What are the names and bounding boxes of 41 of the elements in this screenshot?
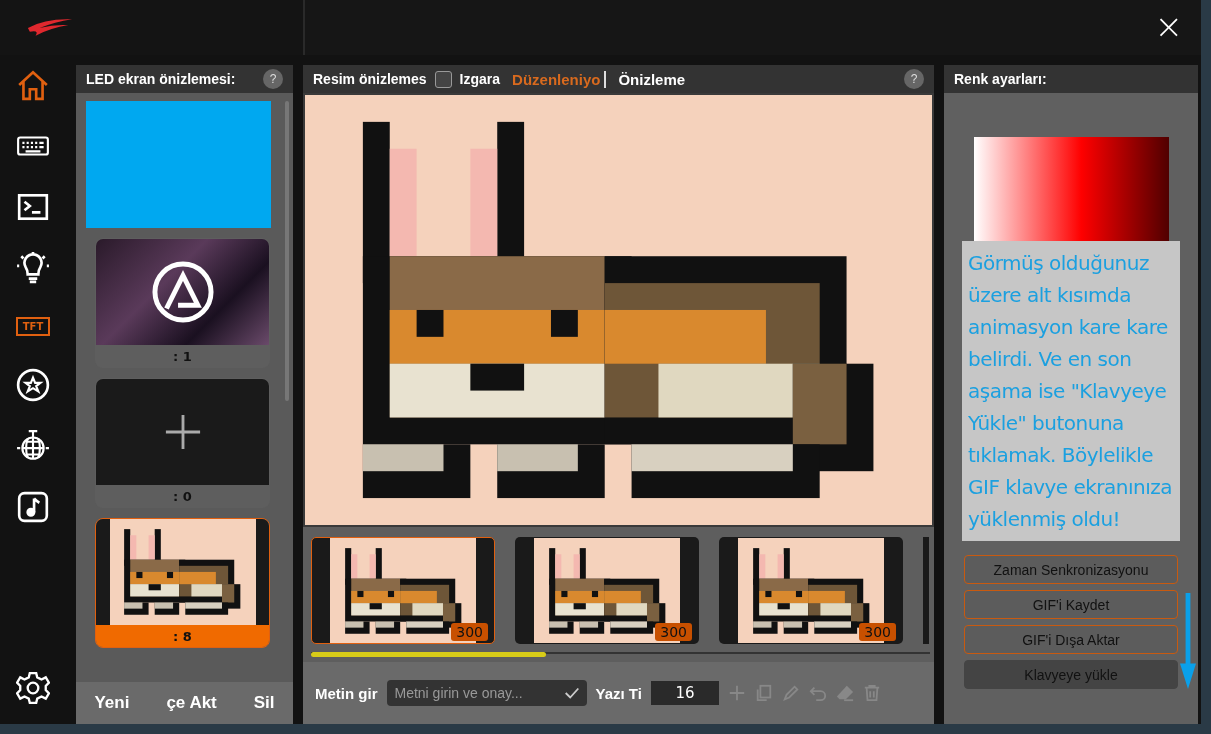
font-label: Yazı Ti [595, 684, 642, 702]
card-caption: : 8 [96, 625, 269, 647]
close-button[interactable]: × [1136, 8, 1201, 47]
card-caption: : 1 [172, 347, 193, 366]
animation-frame[interactable]: 300 [515, 537, 699, 644]
card-caption: : 0 [172, 487, 193, 506]
duration-badge: 300 [859, 623, 896, 641]
text-label: Metin gir [315, 684, 378, 702]
checkbox-label: Izgara [459, 71, 501, 87]
mode-tab[interactable]: Düzenleniyo [508, 70, 607, 88]
color-preview[interactable] [86, 101, 271, 228]
star-circle-icon[interactable] [16, 367, 50, 403]
help-button[interactable]: ? [904, 69, 924, 89]
action-button[interactable]: GIF'i Kaydet [964, 590, 1178, 619]
music-note-icon[interactable] [16, 489, 50, 525]
light-bulb-icon[interactable] [16, 250, 50, 286]
panel-button[interactable]: çe Akt [160, 692, 223, 714]
panel-title: LED ekran önizlemesi: [86, 71, 236, 87]
font-size-field[interactable]: 16 [650, 681, 719, 705]
help-button[interactable]: ? [263, 69, 283, 89]
duration-badge: 300 [655, 623, 692, 641]
plus-icon [163, 413, 202, 451]
mode-tab[interactable]: Önizleme [614, 70, 690, 88]
preview-card[interactable]: : 1 [95, 238, 270, 368]
duration-badge: 300 [451, 623, 488, 641]
preview-card[interactable]: : 8 [95, 518, 270, 648]
preview-card[interactable]: : 0 [95, 378, 270, 508]
panel-button[interactable]: Yeni [88, 692, 136, 714]
grid-checkbox[interactable] [434, 70, 452, 88]
animation-frame[interactable]: 300 [311, 537, 495, 644]
color-gradient-picker[interactable] [973, 137, 1169, 243]
panel-button[interactable]: Sil [247, 692, 281, 714]
tooltip-text: Görmüş olduğunuz üzere alt kısımda animasyon kare kare belirdi. Ve en son aşama ise "Klavyeye Yükle" butonuna tıklamak. Böylelikle GIF klavye ekranınıza yüklenmiş oldu! [962, 241, 1180, 541]
animation-frame[interactable]: 300 [719, 537, 903, 644]
panel-title: Renk ayarları: [954, 71, 1047, 87]
tft-icon[interactable]: TFT [16, 317, 50, 336]
panel-title: Resim önizlemes [313, 71, 427, 87]
settings-icon[interactable] [16, 670, 50, 706]
action-button[interactable]: Zaman Senkronizasyonu [964, 555, 1178, 584]
action-button[interactable]: GIF'i Dışa Aktar [964, 625, 1178, 654]
text-input[interactable]: Metni girin ve onay... [386, 680, 587, 706]
